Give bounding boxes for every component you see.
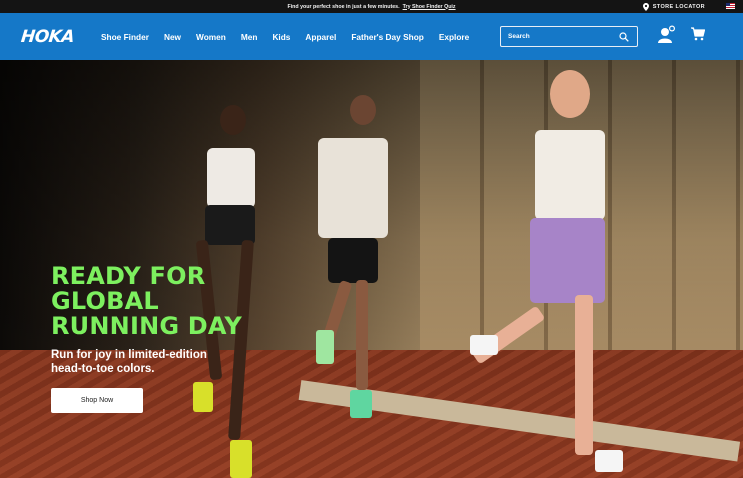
shoe-finder-quiz-link[interactable]: Try Shoe Finder Quiz <box>403 4 456 10</box>
hero-banner: READY FOR GLOBAL RUNNING DAY Run for joy… <box>0 60 743 478</box>
nav-item-men[interactable]: Men <box>241 32 258 42</box>
hero-subtitle-line: head-to-toe colors. <box>51 363 155 375</box>
cart-icon[interactable] <box>691 27 705 41</box>
hero-runner-image <box>470 60 660 478</box>
nav-item-new[interactable]: New <box>164 32 181 42</box>
promo-bar: Find your perfect shoe in just a few min… <box>0 0 743 13</box>
us-flag-icon[interactable] <box>726 3 735 9</box>
nav-item-explore[interactable]: Explore <box>439 32 469 42</box>
store-locator-label: STORE LOCATOR <box>652 3 705 10</box>
primary-nav: Shoe Finder New Women Men Kids Apparel F… <box>101 13 484 60</box>
hoka-logo[interactable]: HOKA <box>20 27 75 47</box>
main-navbar: HOKA Shoe Finder New Women Men Kids Appa… <box>0 13 743 60</box>
search-box[interactable] <box>500 26 638 47</box>
hero-subtitle-line: Run for joy in limited-edition <box>51 349 207 361</box>
search-input[interactable] <box>508 33 608 40</box>
nav-item-women[interactable]: Women <box>196 32 226 42</box>
hero-heading-line: READY FOR <box>51 262 206 290</box>
nav-item-shoe-finder[interactable]: Shoe Finder <box>101 32 149 42</box>
account-icon[interactable] <box>658 25 676 44</box>
hero-heading-line: GLOBAL <box>51 287 159 315</box>
store-locator-link[interactable]: STORE LOCATOR <box>642 0 705 13</box>
promo-text: Find your perfect shoe in just a few min… <box>287 3 400 10</box>
hero-heading: READY FOR GLOBAL RUNNING DAY <box>51 264 291 339</box>
nav-item-fathers-day-shop[interactable]: Father's Day Shop <box>351 32 424 42</box>
shop-now-button[interactable]: Shop Now <box>51 388 143 413</box>
hero-runner-image <box>308 90 408 418</box>
nav-item-kids[interactable]: Kids <box>272 32 290 42</box>
nav-item-apparel[interactable]: Apparel <box>305 32 336 42</box>
map-pin-icon <box>642 2 649 11</box>
hero-heading-line: RUNNING DAY <box>51 312 242 340</box>
search-icon[interactable] <box>619 32 629 42</box>
hero-subtitle: Run for joy in limited-edition head-to-t… <box>51 348 221 376</box>
